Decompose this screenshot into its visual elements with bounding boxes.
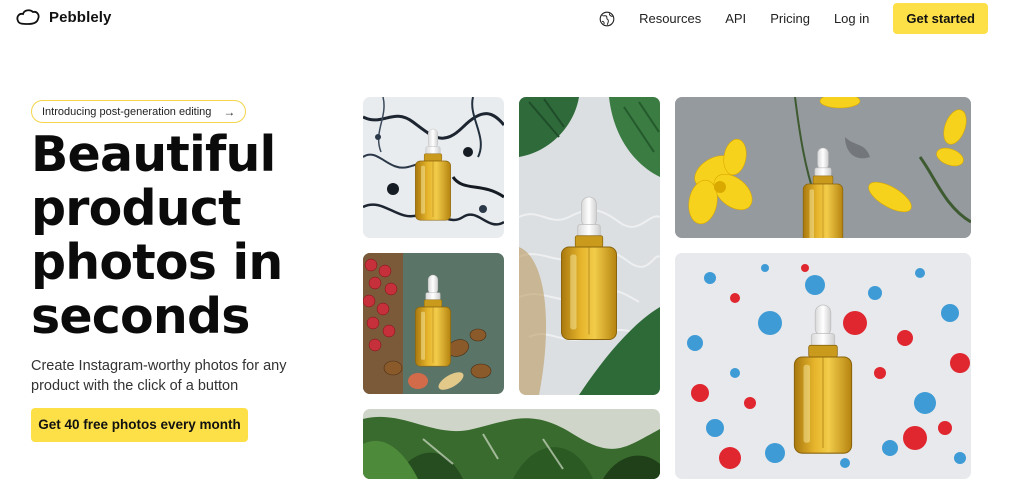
language-globe-icon[interactable] — [599, 11, 615, 27]
nav-link-pricing[interactable]: Pricing — [770, 11, 810, 26]
nav-actions: Resources API Pricing Log in Get started — [599, 3, 988, 34]
arrow-right-icon: → — [223, 104, 236, 119]
gallery-image-marble — [363, 97, 504, 238]
hero-subtitle: Create Instagram-worthy photos for any p… — [31, 358, 287, 394]
gallery-image-yellow-flowers — [675, 97, 971, 238]
free-photos-button[interactable]: Get 40 free photos every month — [31, 408, 248, 442]
brand[interactable]: Pebblely — [15, 8, 112, 26]
nav-link-resources[interactable]: Resources — [639, 11, 701, 26]
nav-link-login[interactable]: Log in — [834, 11, 869, 26]
top-navigation: Pebblely Resources API Pricing Log in Ge… — [0, 0, 1024, 40]
gallery-image-berries-nuts — [363, 253, 504, 394]
gallery-image-monstera — [519, 97, 660, 395]
nav-link-api[interactable]: API — [725, 11, 746, 26]
announcement-text: Introducing post-generation editing — [42, 105, 212, 118]
gallery-image-paint-splatter — [675, 253, 971, 479]
announcement-pill[interactable]: Introducing post-generation editing → — [31, 100, 247, 123]
get-started-button[interactable]: Get started — [893, 3, 988, 34]
gallery-image-leaves — [363, 409, 660, 479]
pebble-logo-icon — [16, 9, 40, 25]
hero-title: Beautiful product photos in seconds — [31, 126, 283, 345]
brand-name: Pebblely — [49, 8, 112, 26]
